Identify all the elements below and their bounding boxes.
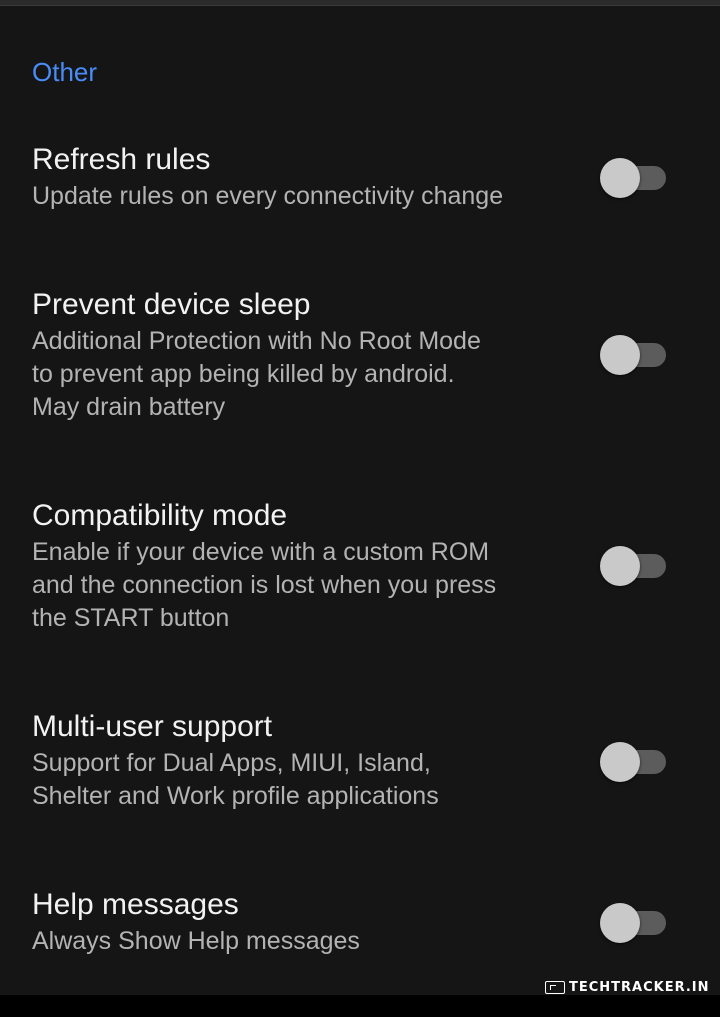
watermark: TechTracker.in	[545, 978, 710, 995]
settings-screen: Other Refresh rules Update rules on ever…	[0, 0, 720, 995]
pref-text: Help messages Always Show Help messages	[32, 887, 572, 958]
pref-summary: Update rules on every connectivity chang…	[32, 182, 504, 210]
watermark-text: TechTracker.in	[569, 979, 710, 995]
pref-summary: Support for Dual Apps, MIUI, Island, She…	[32, 749, 439, 810]
section-header-other: Other	[32, 57, 98, 87]
compatibility-mode-switch[interactable]	[600, 546, 666, 586]
pref-text: Compatibility mode Enable if your device…	[32, 498, 572, 635]
pref-title: Prevent device sleep	[32, 288, 311, 321]
pref-summary: Additional Protection with No Root Mode …	[32, 327, 481, 421]
switch-thumb	[600, 742, 640, 782]
pref-text: Multi-user support Support for Dual Apps…	[32, 709, 572, 813]
switch-thumb	[600, 158, 640, 198]
pref-title: Compatibility mode	[32, 499, 288, 532]
refresh-rules-switch[interactable]	[600, 158, 666, 198]
pref-title: Refresh rules	[32, 143, 211, 176]
multi-user-support-switch[interactable]	[600, 742, 666, 782]
switch-thumb	[600, 335, 640, 375]
top-divider	[0, 0, 720, 6]
pref-text: Prevent device sleep Additional Protecti…	[32, 287, 572, 424]
help-messages-switch[interactable]	[600, 903, 666, 943]
pref-text: Refresh rules Update rules on every conn…	[32, 142, 572, 213]
switch-thumb	[600, 903, 640, 943]
pref-summary: Enable if your device with a custom ROM …	[32, 538, 497, 632]
switch-thumb	[600, 546, 640, 586]
pref-title: Help messages	[32, 888, 239, 921]
pref-summary: Always Show Help messages	[32, 927, 360, 955]
browser-cursor-icon	[545, 980, 565, 994]
bottom-bar	[0, 995, 720, 1017]
prevent-device-sleep-switch[interactable]	[600, 335, 666, 375]
pref-title: Multi-user support	[32, 710, 273, 743]
